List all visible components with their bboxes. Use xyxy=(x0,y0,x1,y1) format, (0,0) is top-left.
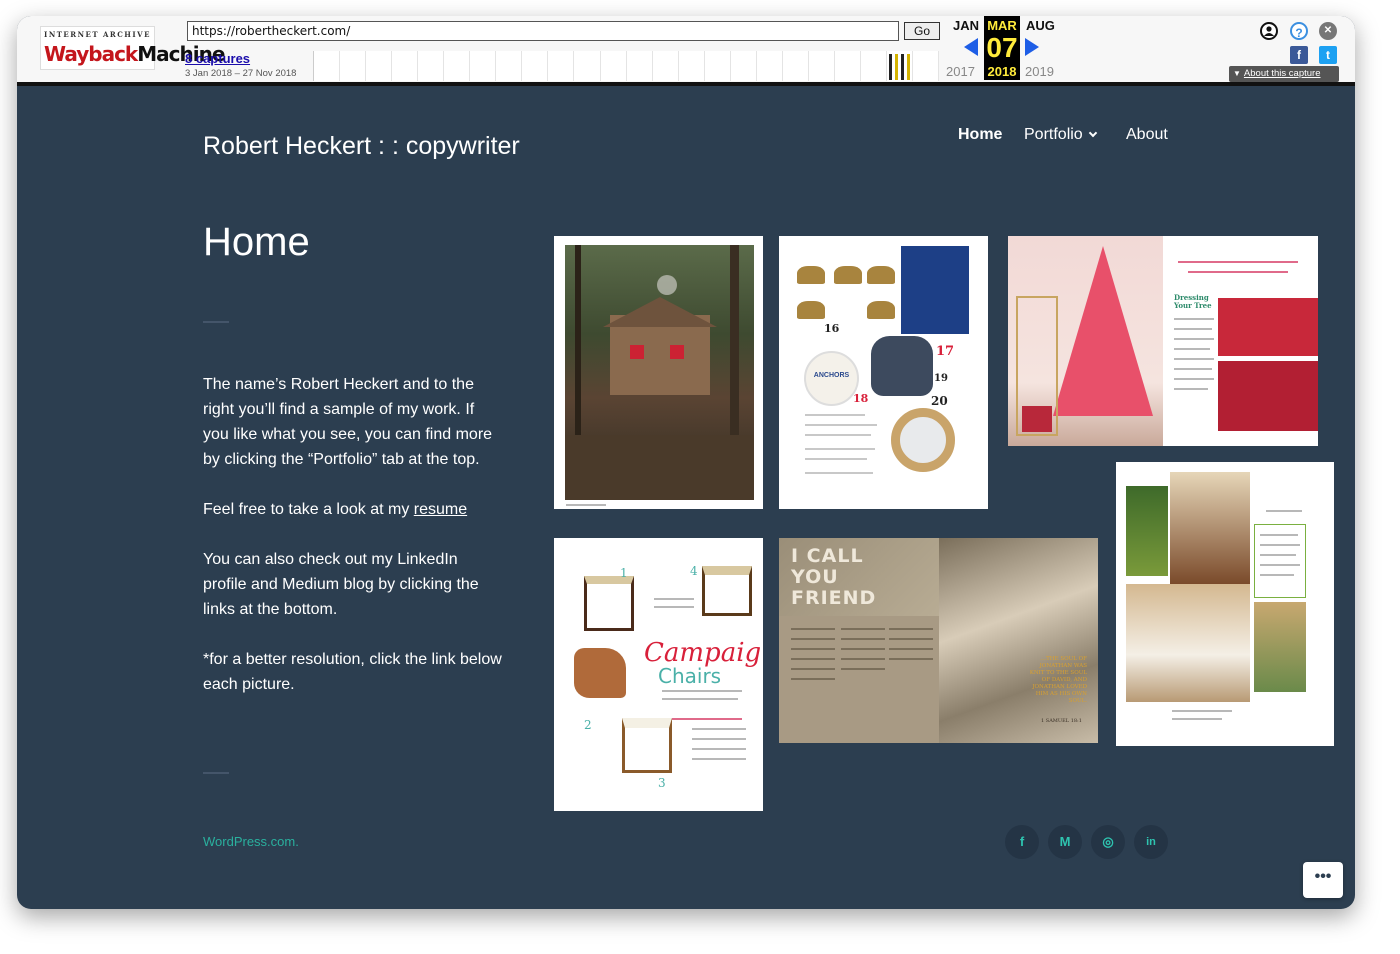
prev-capture-arrow-icon[interactable] xyxy=(964,38,978,56)
resume-link[interactable]: resume xyxy=(414,501,467,518)
site-title[interactable]: Robert Heckert : : copywriter xyxy=(203,132,520,161)
user-account-icon[interactable] xyxy=(1260,22,1278,40)
facebook-share-icon[interactable]: f xyxy=(1290,46,1308,64)
tile2-anchors-plate: ANCHORS xyxy=(804,351,859,406)
paragraph-intro: The name’s Robert Heckert and to the rig… xyxy=(203,376,493,468)
wordpress-credit-link[interactable]: WordPress.com. xyxy=(203,834,299,849)
tile3-heading: Dressing Your Tree xyxy=(1174,293,1212,310)
tile5-number-2: 2 xyxy=(584,718,592,732)
tile2-number-17: 17 xyxy=(936,344,955,359)
wayback-logo-top: INTERNET ARCHIVE xyxy=(44,30,151,39)
gallery-image-nautical-decor[interactable]: 16 17 18 19 20 ANCHORS xyxy=(779,236,988,509)
paragraph-resolution: *for a better resolution, click the link… xyxy=(203,651,502,693)
tile5-number-4: 4 xyxy=(690,564,698,578)
wayback-url-input[interactable]: https://robertheckert.com/ xyxy=(187,21,899,41)
prev-year-label[interactable]: 2017 xyxy=(946,64,975,79)
facebook-icon[interactable]: f xyxy=(1005,825,1039,859)
tile6-title: I CALL YOU FRIEND xyxy=(791,545,877,609)
gallery-image-christmas-spread[interactable]: Dressing Your Tree xyxy=(1008,236,1318,446)
gallery-image-cabin[interactable] xyxy=(554,236,763,509)
nav-about[interactable]: About xyxy=(1126,126,1168,144)
capture-timeline[interactable] xyxy=(313,51,940,81)
collapse-arrow-icon: ▼ xyxy=(1233,69,1241,78)
wayback-logo-bottom: WaybackMachine xyxy=(44,41,225,67)
current-capture-date: MAR 07 2018 xyxy=(984,16,1020,80)
gallery-image-i-call-you-friend[interactable]: I CALL YOU FRIEND ...THE SOUL OF JONATHA… xyxy=(779,538,1098,743)
about-capture-button[interactable]: ▼ About this capture xyxy=(1229,66,1339,82)
tile6-cite: 1 SAMUEL 18:1 xyxy=(1041,718,1082,724)
separator-bottom xyxy=(203,772,229,774)
resume-prefix: Feel free to take a look at my xyxy=(203,501,414,518)
wayback-logo[interactable]: INTERNET ARCHIVE WaybackMachine xyxy=(40,26,225,70)
tile2-number-18: 18 xyxy=(853,392,869,405)
instagram-icon[interactable]: ◎ xyxy=(1091,825,1125,859)
current-month: MAR xyxy=(987,18,1017,33)
help-icon[interactable]: ? xyxy=(1290,22,1308,40)
logo-word-a: Wayback xyxy=(44,42,138,66)
next-capture-arrow-icon[interactable] xyxy=(1025,38,1039,56)
nav-home[interactable]: Home xyxy=(958,126,1002,144)
capture-date-range: 3 Jan 2018 – 27 Nov 2018 xyxy=(185,68,297,79)
tile5-title-b: Chairs xyxy=(658,664,722,688)
chevron-down-icon xyxy=(1088,128,1097,138)
more-actions-button[interactable]: ••• xyxy=(1303,862,1343,898)
about-capture-label: About this capture xyxy=(1243,68,1321,79)
next-month-label[interactable]: AUG xyxy=(1026,18,1055,33)
go-button[interactable]: Go xyxy=(904,22,940,40)
separator-top xyxy=(203,321,229,323)
tile2-number-16: 16 xyxy=(824,322,840,335)
tile6-quote: ...THE SOUL OF JONATHAN WAS KNIT TO THE … xyxy=(1029,656,1087,704)
prev-month-label[interactable]: JAN xyxy=(953,18,979,33)
next-year-label[interactable]: 2019 xyxy=(1025,64,1054,79)
page-title: Home xyxy=(203,220,310,264)
current-day: 07 xyxy=(986,32,1018,63)
browser-window: INTERNET ARCHIVE WaybackMachine https://… xyxy=(17,16,1355,909)
paragraph-social: You can also check out my LinkedIn profi… xyxy=(203,551,479,618)
twitter-share-icon[interactable]: t xyxy=(1319,46,1337,64)
wayback-toolbar: INTERNET ARCHIVE WaybackMachine https://… xyxy=(17,16,1355,86)
medium-icon[interactable]: M xyxy=(1048,825,1082,859)
nav-portfolio-label: Portfolio xyxy=(1024,126,1083,143)
gallery-image-campaign-chairs[interactable]: Campaign Chairs 1 2 3 4 xyxy=(554,538,763,811)
intro-text: The name’s Robert Heckert and to the rig… xyxy=(203,372,503,722)
tile2-number-19: 19 xyxy=(934,373,948,384)
gallery-image-home-interiors[interactable] xyxy=(1116,462,1334,746)
nav-portfolio[interactable]: Portfolio xyxy=(1024,126,1097,144)
close-toolbar-icon[interactable]: ✕ xyxy=(1319,22,1337,40)
tile2-number-20: 20 xyxy=(931,394,948,408)
captures-link[interactable]: 8 captures xyxy=(185,51,250,66)
current-year: 2018 xyxy=(987,64,1017,79)
linkedin-icon[interactable]: in xyxy=(1134,825,1168,859)
capture-sparkline[interactable] xyxy=(887,52,915,80)
tile5-number-1: 1 xyxy=(620,566,628,580)
tile5-number-3: 3 xyxy=(658,776,666,790)
paragraph-resume: Feel free to take a look at my resume xyxy=(203,497,503,522)
